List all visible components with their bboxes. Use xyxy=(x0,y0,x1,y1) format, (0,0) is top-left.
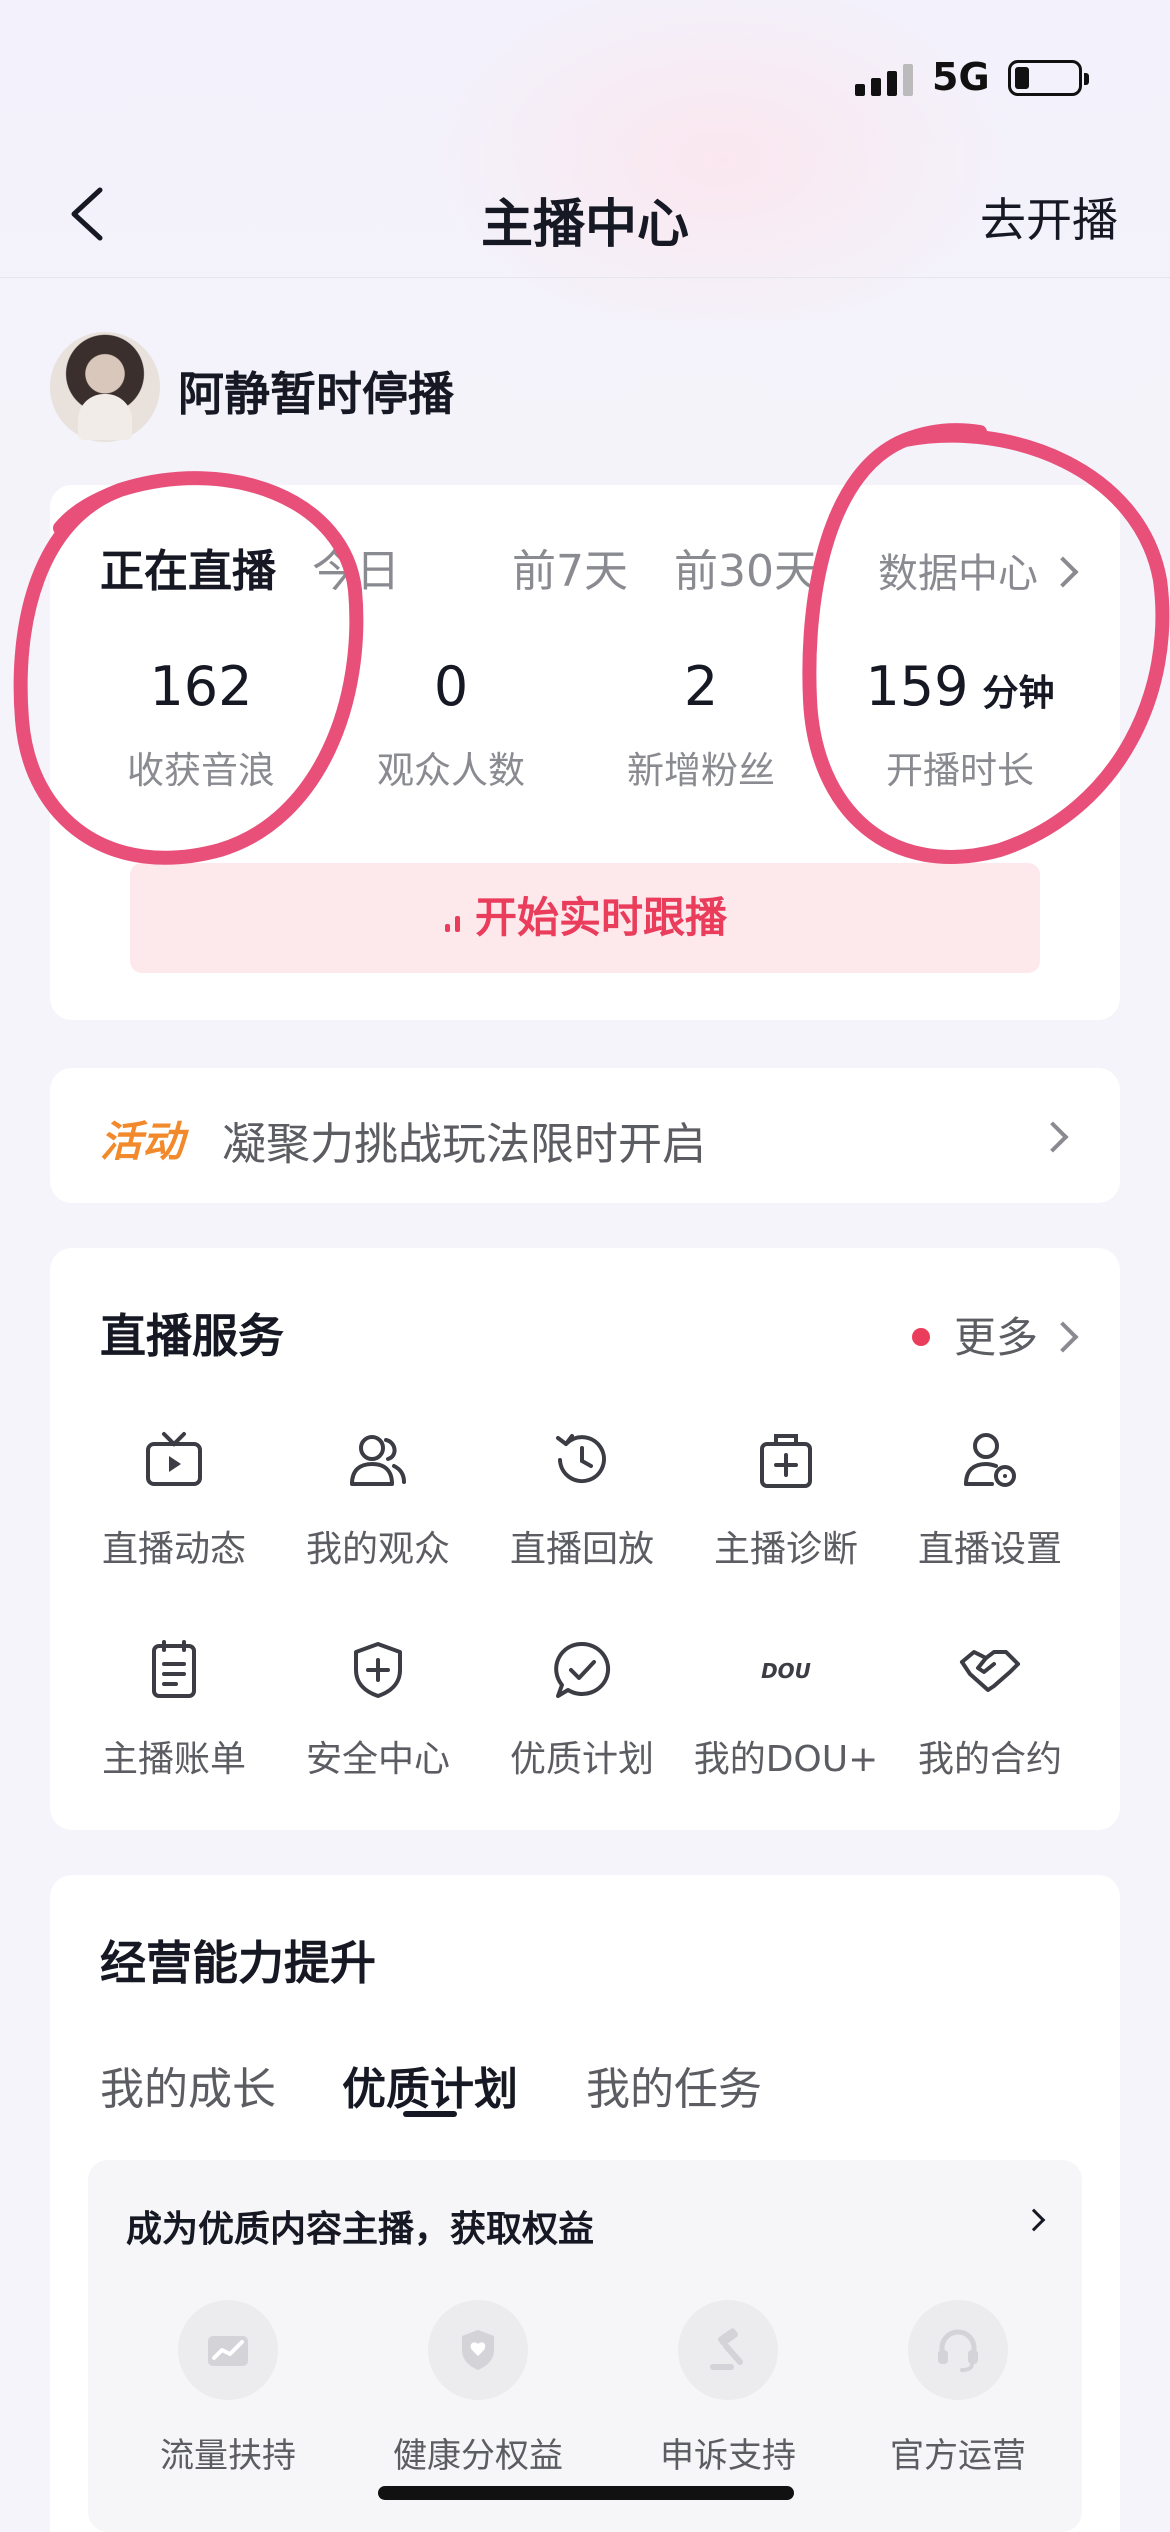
section-title: 直播服务 xyxy=(100,1309,284,1363)
service-label: 我的观众 xyxy=(305,1529,450,1570)
user-settings-icon xyxy=(964,1433,1016,1487)
benefit-title: 成为优质内容主播，获取权益 xyxy=(126,2209,595,2250)
signal-icon xyxy=(855,64,915,96)
activity-banner[interactable]: 活动 凝聚力挑战玩法限时开启 xyxy=(50,1068,1120,1203)
data-center-link[interactable]: 数据中心 xyxy=(878,541,1079,599)
service-bill[interactable]: 主播账单 xyxy=(72,1638,276,1782)
chat-check-icon xyxy=(554,1641,611,1698)
chevron-right-icon xyxy=(1022,2208,1046,2232)
tab-7-days[interactable]: 前7天 xyxy=(512,535,628,599)
metric-value-row: 159 分钟 xyxy=(835,655,1085,718)
service-security-center[interactable]: 安全中心 xyxy=(276,1638,480,1782)
quality-benefits-panel[interactable]: 成为优质内容主播，获取权益 流量扶持 健康分权益 申诉支持 官方运营 xyxy=(88,2160,1082,2532)
replay-clock-icon xyxy=(556,1434,606,1484)
service-label: 直播回放 xyxy=(509,1529,654,1570)
tv-icon xyxy=(146,1432,202,1486)
section-title: 经营能力提升 xyxy=(100,1936,376,1990)
chevron-right-icon xyxy=(1037,1121,1069,1153)
service-label: 安全中心 xyxy=(305,1739,450,1780)
service-label: 主播账单 xyxy=(101,1739,246,1780)
bill-icon xyxy=(152,1640,196,1698)
service-diagnosis[interactable]: 主播诊断 xyxy=(684,1428,888,1572)
activity-text: 凝聚力挑战玩法限时开启 xyxy=(222,1119,706,1170)
business-growth-card: 经营能力提升 我的成长 优质计划 我的任务 成为优质内容主播，获取权益 流量扶持… xyxy=(50,1875,1120,2532)
streamer-name: 阿静暂时停播 xyxy=(178,367,454,421)
medical-kit-icon xyxy=(760,1434,812,1488)
status-bar: 5G xyxy=(0,0,1170,150)
chevron-right-icon xyxy=(1047,556,1079,588)
benefit-label: 健康分权益 xyxy=(393,2436,563,2476)
tab-live-now[interactable]: 正在直播 xyxy=(100,535,276,599)
handshake-icon xyxy=(960,1650,1020,1692)
home-indicator[interactable] xyxy=(378,2486,794,2500)
service-label: 优质计划 xyxy=(509,1739,654,1780)
benefit-official-ops[interactable]: 官方运营 xyxy=(848,2300,1068,2477)
service-replay[interactable]: 直播回放 xyxy=(480,1428,684,1572)
tab-today[interactable]: 今日 xyxy=(312,535,400,599)
service-live-settings[interactable]: 直播设置 xyxy=(888,1428,1092,1572)
tab-30-days[interactable]: 前30天 xyxy=(674,535,818,599)
benefit-label: 官方运营 xyxy=(890,2436,1026,2476)
live-stats-card: 正在直播 今日 前7天 前30天 数据中心 162 收获音浪 0 观众人数 2 … xyxy=(50,485,1120,1020)
metric-label: 开播时长 xyxy=(886,749,1034,792)
metric-value: 162 xyxy=(149,655,253,718)
network-label: 5G xyxy=(932,55,990,99)
metric-value: 2 xyxy=(683,655,719,718)
service-label: 我的合约 xyxy=(917,1739,1062,1780)
live-services-card: 直播服务 更多 直播动态 我的观众 直播回放 主播诊断 直播设置 主播账单 安全… xyxy=(50,1248,1120,1830)
gavel-icon xyxy=(678,2300,778,2400)
service-label: 直播设置 xyxy=(917,1529,1062,1570)
benefit-label: 申诉支持 xyxy=(660,2436,796,2476)
service-label: 我的DOU+ xyxy=(693,1739,879,1780)
svg-text:DOU: DOU xyxy=(761,1659,811,1683)
benefit-health-score[interactable]: 健康分权益 xyxy=(368,2300,588,2477)
service-my-audience[interactable]: 我的观众 xyxy=(276,1428,480,1572)
shield-plus-icon xyxy=(354,1642,402,1698)
service-live-dynamics[interactable]: 直播动态 xyxy=(72,1428,276,1572)
metric-label: 收获音浪 xyxy=(127,749,275,792)
service-quality-plan[interactable]: 优质计划 xyxy=(480,1638,684,1782)
headset-icon xyxy=(908,2300,1008,2400)
more-label: 更多 xyxy=(953,1313,1038,1362)
tab-my-tasks[interactable]: 我的任务 xyxy=(586,2053,762,2117)
follow-button-label: 开始实时跟播 xyxy=(474,893,727,942)
metric-unit: 分钟 xyxy=(982,673,1055,714)
service-dou-plus[interactable]: DOU 我的DOU+ xyxy=(684,1638,888,1782)
service-label: 直播动态 xyxy=(101,1529,246,1570)
metric-label: 新增粉丝 xyxy=(627,749,775,792)
service-label: 主播诊断 xyxy=(713,1529,858,1570)
nav-bar: 主播中心 去开播 xyxy=(0,150,1170,278)
start-follow-stream-button[interactable]: 开始实时跟播 xyxy=(130,863,1040,973)
notification-dot xyxy=(911,1327,930,1346)
data-center-label: 数据中心 xyxy=(878,551,1038,597)
metric-new-fans[interactable]: 2 新增粉丝 xyxy=(576,655,826,794)
metric-value: 159 xyxy=(865,655,969,718)
benefit-traffic-support[interactable]: 流量扶持 xyxy=(118,2300,338,2477)
chevron-right-icon xyxy=(1047,1320,1079,1353)
go-live-button[interactable]: 去开播 xyxy=(980,184,1118,250)
live-bars-icon xyxy=(443,910,465,932)
avatar[interactable] xyxy=(50,332,160,442)
tab-quality-plan[interactable]: 优质计划 xyxy=(342,2053,518,2117)
metric-value: 0 xyxy=(433,655,469,718)
metric-live-duration[interactable]: 159 分钟 开播时长 xyxy=(835,655,1085,794)
battery-icon xyxy=(1008,60,1089,96)
metric-sound-waves[interactable]: 162 收获音浪 xyxy=(76,655,326,794)
service-my-contract[interactable]: 我的合约 xyxy=(888,1638,1092,1782)
audience-icon xyxy=(350,1435,406,1486)
more-link[interactable]: 更多 xyxy=(911,1304,1079,1365)
benefit-label: 流量扶持 xyxy=(160,2436,296,2476)
activity-tag: 活动 xyxy=(100,1117,185,1166)
dou-plus-icon: DOU xyxy=(761,1659,811,1683)
benefit-appeal-support[interactable]: 申诉支持 xyxy=(618,2300,838,2477)
metric-label: 观众人数 xyxy=(377,749,525,792)
tab-my-growth[interactable]: 我的成长 xyxy=(100,2053,276,2117)
active-tab-indicator xyxy=(403,2111,457,2117)
traffic-chart-icon xyxy=(178,2300,278,2400)
metric-viewers[interactable]: 0 观众人数 xyxy=(326,655,576,794)
health-shield-icon xyxy=(428,2300,528,2400)
